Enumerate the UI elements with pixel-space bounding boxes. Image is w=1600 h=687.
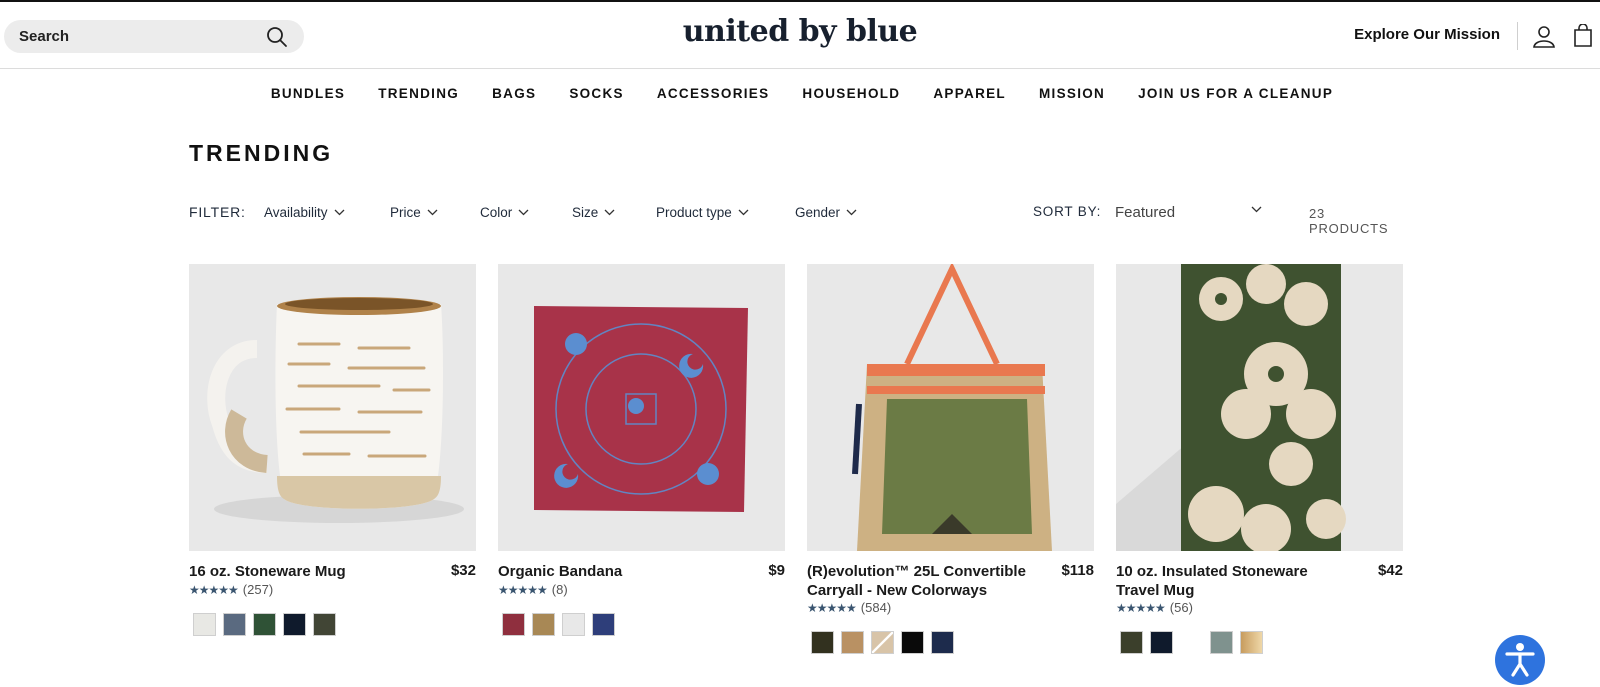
product-name[interactable]: Organic Bandana (498, 562, 723, 581)
product-image-travel-mug[interactable] (1116, 264, 1403, 551)
product-rating[interactable]: ★★★★★ (584) (807, 600, 891, 615)
review-count: (8) (551, 582, 568, 597)
product-name[interactable]: 10 oz. Insulated Stoneware Travel Mug (1116, 562, 1341, 600)
cart-icon[interactable] (1572, 23, 1594, 53)
top-bar: Search united by blue Explore Our Missio… (0, 0, 1600, 69)
color-swatches (1120, 631, 1263, 654)
nav-item-cleanup[interactable]: JOIN US FOR A CLEANUP (1138, 86, 1333, 101)
nav-item-trending[interactable]: TRENDING (378, 86, 459, 101)
product-price: $118 (1061, 562, 1094, 579)
product-price: $9 (768, 562, 785, 579)
filter-gender[interactable]: Gender (795, 205, 857, 220)
product-name[interactable]: 16 oz. Stoneware Mug (189, 562, 414, 581)
nav-item-bags[interactable]: BAGS (492, 86, 536, 101)
product-price: $32 (450, 562, 476, 579)
sort-value: Featured (1115, 204, 1176, 221)
nav-item-bundles[interactable]: BUNDLES (271, 86, 345, 101)
chevron-down-icon (846, 209, 857, 216)
color-swatch[interactable] (1150, 631, 1173, 654)
chevron-down-icon (738, 209, 749, 216)
color-swatch[interactable] (532, 613, 555, 636)
filter-price-label: Price (390, 205, 421, 220)
chevron-down-icon (1251, 206, 1262, 213)
product-rating[interactable]: ★★★★★ (257) (189, 582, 273, 597)
filter-size[interactable]: Size (572, 205, 615, 220)
product-image-stoneware-mug[interactable] (189, 264, 476, 551)
product-name[interactable]: (R)evolution™ 25L Convertible Carryall -… (807, 562, 1032, 600)
product-info: Organic Bandana $9 (498, 562, 785, 582)
color-swatch[interactable] (871, 631, 894, 654)
product-image-carryall[interactable] (807, 264, 1094, 551)
product-info: (R)evolution™ 25L Convertible Carryall -… (807, 562, 1094, 599)
filter-product-type-label: Product type (656, 205, 732, 220)
filter-bar: FILTER: Availability Price Color Size Pr… (189, 204, 1403, 236)
color-swatch[interactable] (1210, 631, 1233, 654)
color-swatch[interactable] (1240, 631, 1263, 654)
explore-mission-link[interactable]: Explore Our Mission (1354, 26, 1500, 43)
rating-stars: ★★★★★ (189, 582, 239, 597)
nav-item-accessories[interactable]: ACCESSORIES (657, 86, 770, 101)
product-card[interactable]: 16 oz. Stoneware Mug $32 ★★★★★ (257) (189, 264, 476, 636)
review-count: (56) (1169, 600, 1193, 615)
chevron-down-icon (427, 209, 438, 216)
sort-label: SORT BY: (1033, 204, 1102, 219)
color-swatch[interactable] (253, 613, 276, 636)
nav-item-mission[interactable]: MISSION (1039, 86, 1105, 101)
filter-availability[interactable]: Availability (264, 205, 345, 220)
main-nav: BUNDLES TRENDING BAGS SOCKS ACCESSORIES … (0, 86, 1600, 101)
rating-stars: ★★★★★ (498, 582, 548, 597)
color-swatch[interactable] (841, 631, 864, 654)
nav-item-apparel[interactable]: APPAREL (933, 86, 1006, 101)
product-grid: 16 oz. Stoneware Mug $32 ★★★★★ (257) Org… (189, 264, 1403, 684)
rating-stars: ★★★★★ (807, 600, 857, 615)
user-icon[interactable] (1532, 24, 1556, 53)
color-swatch[interactable] (562, 613, 585, 636)
color-swatch[interactable] (901, 631, 924, 654)
rating-stars: ★★★★★ (1116, 600, 1166, 615)
product-rating[interactable]: ★★★★★ (56) (1116, 600, 1193, 615)
filter-gender-label: Gender (795, 205, 841, 220)
color-swatch[interactable] (313, 613, 336, 636)
product-rating[interactable]: ★★★★★ (8) (498, 582, 568, 597)
header-divider (1517, 22, 1518, 50)
review-count: (584) (860, 600, 892, 615)
accessibility-icon (1505, 643, 1535, 677)
filter-color-label: Color (480, 205, 513, 220)
color-swatch[interactable] (592, 613, 615, 636)
filter-price[interactable]: Price (390, 205, 438, 220)
filter-color[interactable]: Color (480, 205, 529, 220)
product-card[interactable]: 10 oz. Insulated Stoneware Travel Mug $4… (1116, 264, 1403, 654)
accessibility-button[interactable] (1495, 635, 1545, 685)
color-swatch[interactable] (811, 631, 834, 654)
color-swatches (193, 613, 336, 636)
page-title: TRENDING (189, 140, 334, 166)
color-swatch[interactable] (193, 613, 216, 636)
chevron-down-icon (604, 209, 615, 216)
sort-select[interactable]: Featured (1115, 204, 1275, 221)
color-swatch[interactable] (1180, 631, 1203, 654)
color-swatches (502, 613, 615, 636)
product-count: 23 PRODUCTS (1309, 206, 1389, 236)
filter-size-label: Size (572, 205, 599, 220)
product-card[interactable]: (R)evolution™ 25L Convertible Carryall -… (807, 264, 1094, 654)
filter-availability-label: Availability (264, 205, 328, 220)
nav-item-socks[interactable]: SOCKS (569, 86, 624, 101)
color-swatch[interactable] (1120, 631, 1143, 654)
color-swatches (811, 631, 954, 654)
color-swatch[interactable] (283, 613, 306, 636)
product-info: 16 oz. Stoneware Mug $32 (189, 562, 476, 582)
color-swatch[interactable] (502, 613, 525, 636)
filter-label: FILTER: (189, 204, 246, 220)
nav-item-household[interactable]: HOUSEHOLD (802, 86, 900, 101)
review-count: (257) (242, 582, 274, 597)
filter-product-type[interactable]: Product type (656, 205, 749, 220)
chevron-down-icon (334, 209, 345, 216)
product-image-organic-bandana[interactable] (498, 264, 785, 551)
chevron-down-icon (518, 209, 529, 216)
product-price: $42 (1377, 562, 1403, 579)
product-info: 10 oz. Insulated Stoneware Travel Mug $4… (1116, 562, 1403, 599)
color-swatch[interactable] (931, 631, 954, 654)
color-swatch[interactable] (223, 613, 246, 636)
product-card[interactable]: Organic Bandana $9 ★★★★★ (8) (498, 264, 785, 636)
